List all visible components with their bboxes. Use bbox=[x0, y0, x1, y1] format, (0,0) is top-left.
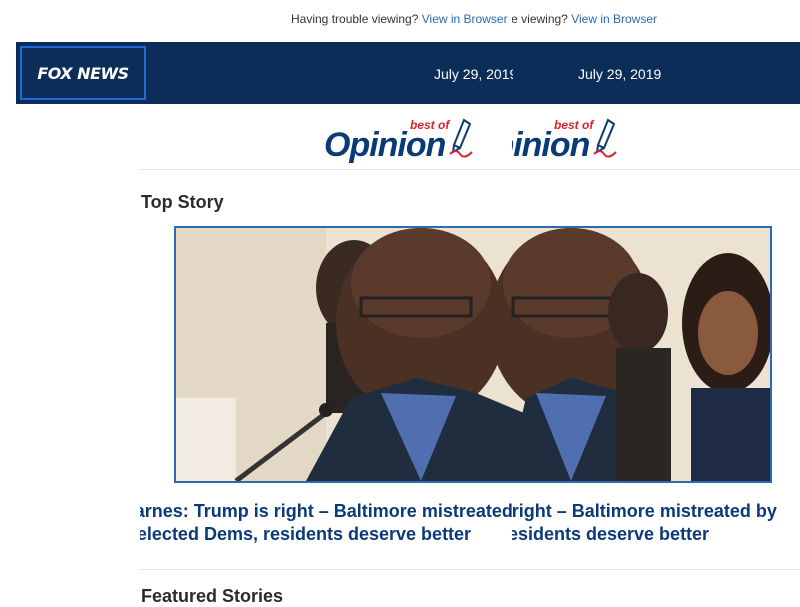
opinion-wordmark: Opinion bbox=[324, 126, 446, 164]
press-conference-photo bbox=[176, 228, 770, 481]
headline-line-1: Todd Starnes: Trump is right – Baltimore… bbox=[140, 501, 512, 521]
view-in-browser-link[interactable]: View in Browser bbox=[422, 12, 508, 26]
headline-line-1-2: Todd Starnes: Trump is right – Baltimore… bbox=[512, 501, 777, 521]
divider-2 bbox=[140, 569, 800, 570]
best-of-opinion-banner: best of Opinion bbox=[322, 118, 512, 166]
divider bbox=[140, 169, 800, 170]
featured-stories-title: Featured Stories bbox=[141, 586, 284, 606]
best-of-opinion-banner-2: best of Opinion bbox=[512, 118, 622, 166]
pen-icon-2 bbox=[593, 118, 617, 158]
header-bar: FOX NEWS July 29, 2019 July 29, 2019 bbox=[16, 42, 800, 104]
top-story-title: Top Story bbox=[141, 192, 224, 212]
top-story-image[interactable] bbox=[174, 226, 772, 483]
top-story-headline[interactable]: Todd Starnes: Trump is right – Baltimore… bbox=[140, 500, 512, 546]
header-date: July 29, 2019 bbox=[434, 66, 513, 82]
view-in-browser-link-2[interactable]: View in Browser bbox=[571, 12, 657, 26]
logo-text: FOX NEWS bbox=[37, 63, 129, 83]
pen-icon bbox=[449, 118, 473, 158]
opinion-wordmark-2: Opinion bbox=[512, 126, 590, 164]
headline-line-2-2: elected Dems, residents deserve better bbox=[512, 524, 710, 544]
header-date-2: July 29, 2019 bbox=[578, 66, 662, 82]
fox-news-logo[interactable]: FOX NEWS bbox=[20, 46, 146, 100]
headline-line-2: elected Dems, residents deserve better bbox=[140, 524, 472, 544]
trouble-viewing-text: Having trouble viewing? bbox=[291, 12, 419, 26]
top-story-headline-2[interactable]: Todd Starnes: Trump is right – Baltimore… bbox=[512, 500, 800, 546]
trouble-viewing-text-2: Having trouble viewing? bbox=[512, 12, 568, 26]
